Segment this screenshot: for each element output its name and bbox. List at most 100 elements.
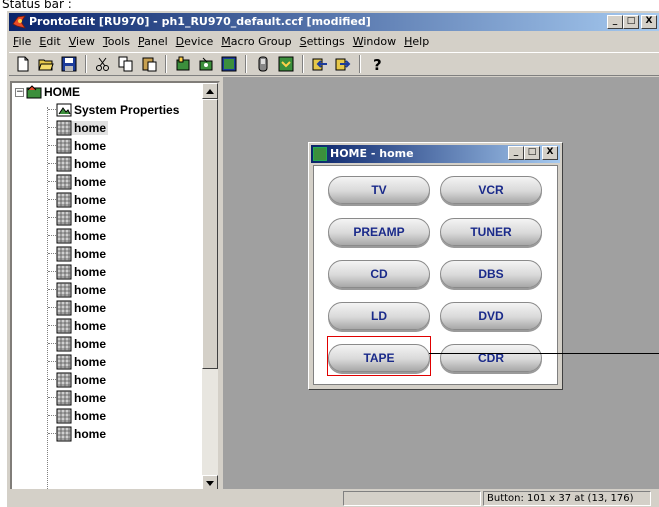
page-icon	[56, 282, 72, 298]
tree-item-label: home	[74, 427, 107, 441]
menu-tools[interactable]: Tools	[99, 35, 134, 48]
selection-outline[interactable]	[327, 336, 431, 376]
menu-panel[interactable]: Panel	[134, 35, 172, 48]
maximize-button[interactable]: □	[623, 15, 639, 29]
export-icon[interactable]	[332, 54, 354, 74]
menu-view[interactable]: View	[65, 35, 99, 48]
panel-icon	[313, 147, 327, 161]
copy-icon[interactable]	[115, 54, 137, 74]
new-device-icon[interactable]	[172, 54, 194, 74]
tree-item-label: home	[74, 283, 107, 297]
page-icon	[56, 426, 72, 442]
page-icon	[56, 246, 72, 262]
open-icon[interactable]	[35, 54, 57, 74]
tree-item-page[interactable]: home	[56, 209, 108, 227]
tree-scrollbar[interactable]	[202, 83, 218, 491]
tree-item-page[interactable]: home	[56, 353, 108, 371]
title-bar[interactable]: ProntoEdit [RU970] - ph1_RU970_default.c…	[9, 13, 659, 31]
download-icon[interactable]	[275, 54, 297, 74]
tuner-button[interactable]: TUNER	[440, 218, 542, 246]
tree-item-page[interactable]: home	[56, 281, 108, 299]
close-button[interactable]: X	[641, 15, 657, 29]
toolbar-separator	[245, 55, 247, 73]
menu-file[interactable]: File	[9, 35, 35, 48]
collapse-icon[interactable]: −	[15, 88, 24, 97]
page-icon	[56, 120, 72, 136]
page-icon	[56, 138, 72, 154]
page-icon	[56, 210, 72, 226]
tree-view[interactable]: − HOME System Properties home home home hom…	[10, 81, 220, 493]
save-icon[interactable]	[58, 54, 80, 74]
menu-edit[interactable]: Edit	[35, 35, 64, 48]
panel-canvas[interactable]: TV VCR PREAMP TUNER CD DBS LD DVD TAPE C…	[313, 165, 558, 385]
tree-root[interactable]: HOME	[26, 83, 82, 101]
cd-button[interactable]: CD	[328, 260, 430, 288]
toolbar: ?	[9, 52, 659, 76]
tree-item-page[interactable]: home	[56, 389, 108, 407]
tree-item-page[interactable]: home	[56, 407, 108, 425]
tree-item-label: home	[74, 319, 107, 333]
page-icon	[56, 156, 72, 172]
tree-item-page[interactable]: home	[56, 191, 108, 209]
page-icon	[56, 408, 72, 424]
tree-item-page[interactable]: home	[56, 335, 108, 353]
new-icon[interactable]	[12, 54, 34, 74]
tree-item-page[interactable]: home	[56, 173, 108, 191]
ld-button[interactable]: LD	[328, 302, 430, 330]
preamp-button[interactable]: PREAMP	[328, 218, 430, 246]
properties-icon[interactable]	[218, 54, 240, 74]
menu-window[interactable]: Window	[349, 35, 400, 48]
mdi-workspace[interactable]: HOME - home _ □ X TV VCR PREAMP TUNER CD…	[223, 77, 659, 493]
minimize-button[interactable]: _	[607, 15, 623, 29]
panel-title-bar[interactable]: HOME - home _ □ X	[311, 145, 560, 163]
tree-item-page[interactable]: home	[56, 371, 108, 389]
tree-item-label: home	[74, 175, 107, 189]
tree-item-page[interactable]: home	[56, 317, 108, 335]
tree-item-label: home	[74, 337, 107, 351]
tree-item-label: home	[74, 265, 107, 279]
tree-item-system-properties[interactable]: System Properties	[56, 101, 181, 119]
paste-icon[interactable]	[138, 54, 160, 74]
tree-root-label: HOME	[44, 85, 80, 99]
page-icon	[56, 264, 72, 280]
menu-help[interactable]: Help	[400, 35, 433, 48]
tree-item-page[interactable]: home	[56, 425, 108, 443]
panel-minimize-button[interactable]: _	[508, 146, 524, 160]
menu-device[interactable]: Device	[172, 35, 218, 48]
scroll-up-icon[interactable]	[202, 83, 218, 99]
page-icon	[56, 354, 72, 370]
remote-icon[interactable]	[252, 54, 274, 74]
tree-item-label: home	[74, 157, 107, 171]
dvd-button[interactable]: DVD	[440, 302, 542, 330]
new-panel-icon[interactable]	[195, 54, 217, 74]
tree-item-page[interactable]: home	[56, 299, 108, 317]
toolbar-separator	[302, 55, 304, 73]
menu-macro-group[interactable]: Macro Group	[217, 35, 295, 48]
tree-item-page[interactable]: home	[56, 137, 108, 155]
import-icon[interactable]	[309, 54, 331, 74]
cut-icon[interactable]	[92, 54, 114, 74]
cdr-button[interactable]: CDR	[440, 344, 542, 372]
tree-item-page[interactable]: home	[56, 227, 108, 245]
tree-item-label: home	[74, 193, 107, 207]
tree-item-page[interactable]: home	[56, 155, 108, 173]
app-window: ProntoEdit [RU970] - ph1_RU970_default.c…	[6, 10, 659, 507]
tree-item-label: home	[74, 301, 107, 315]
tree-item-label: home	[74, 373, 107, 387]
status-bar: Button: 101 x 37 at (13, 176)	[9, 489, 659, 507]
panel-close-button[interactable]: X	[542, 146, 558, 160]
menu-settings[interactable]: Settings	[296, 35, 349, 48]
tree-item-page[interactable]: home	[56, 119, 109, 137]
vcr-button[interactable]: VCR	[440, 176, 542, 204]
dbs-button[interactable]: DBS	[440, 260, 542, 288]
tv-button[interactable]: TV	[328, 176, 430, 204]
tree-item-label: home	[74, 247, 107, 261]
help-icon[interactable]: ?	[366, 54, 388, 74]
callout-line	[429, 353, 659, 354]
scroll-thumb[interactable]	[202, 99, 218, 369]
tree-item-page[interactable]: home	[56, 263, 108, 281]
tree-item-page[interactable]: home	[56, 245, 108, 263]
tree-item-label: home	[74, 391, 107, 405]
page-icon	[56, 228, 72, 244]
panel-maximize-button[interactable]: □	[524, 146, 540, 160]
